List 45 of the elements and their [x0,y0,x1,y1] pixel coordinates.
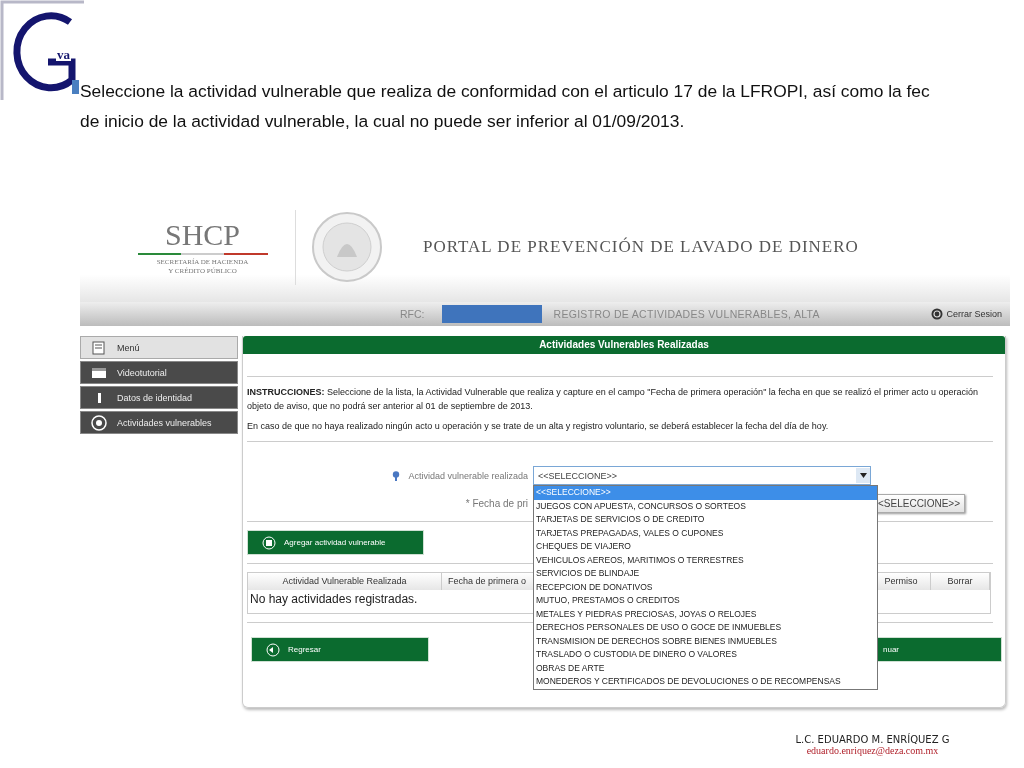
dropdown-option[interactable]: MUTUO, PRESTAMOS O CREDITOS [534,594,877,608]
agency-logo-text: SHCP [164,218,240,251]
instructions-text: En caso de que no haya realizado ningún acto u operación y se trate de un alta y registro voluntario, se deberá establecer la fecha del día de hoy. [247,420,830,433]
dropdown-option[interactable]: TRANSMISION DE DERECHOS SOBRE BIENES INMUEBLES [534,634,877,648]
field-label: * Fecha de pri [465,498,528,509]
add-activity-button[interactable]: Agregar actividad vulnerable [247,530,424,555]
sidebar-item[interactable]: Menú [80,336,238,359]
field-label: Actividad vulnerable realizada [408,470,528,481]
activity-select[interactable]: <<SELECCIONE>> [533,466,871,485]
dropdown-option[interactable]: TRASLADO O CUSTODIA DE DINERO O VALORES [534,648,877,662]
continue-button[interactable]: nuar [876,637,1002,662]
column-header: Actividad Vulnerable Realizada [248,573,442,590]
sidebar-item[interactable]: Datos de identidad [80,386,238,409]
help-icon [392,470,401,481]
panel-title: Actividades Vulnerables Realizadas [243,336,1005,354]
dropdown-option[interactable]: VEHICULOS AEREOS, MARITIMOS O TERRESTRES [534,553,877,567]
dropdown-option[interactable]: METALES Y PIEDRAS PRECIOSAS, JOYAS O RELOJES [534,607,877,621]
window-icon [91,366,107,379]
instructions-text: INSTRUCCIONES: Seleccione de la lista, la Actividad Vulnerable que realiza y capture en el campo "Fecha de primera operación" la fecha en que se realizó el primer acto u operación objeto de aviso, que no podrá ser anterior al 01 de septiembre de 2013. [247,386,979,413]
logout-link[interactable]: Cerrar Sesion [931,308,1002,320]
add-icon [262,535,276,550]
dropdown-option[interactable]: OBRAS DE ARTE [534,661,877,675]
author-email: eduardo.enriquez@deza.com.mx [806,745,939,756]
dropdown-option[interactable]: TARJETAS PREPAGADAS, VALES O CUPONES [534,526,877,540]
back-button[interactable]: Regresar [251,637,429,662]
heading-text: de inicio de la actividad vulnerable, la cual no puede ser inferior al 01/09/2013. [80,110,686,133]
heading-text: Seleccione la actividad vulnerable que realiza de conformidad con el articulo 17 de la LFROPI, así como la fec [80,80,931,103]
column-header: Fecha de primera o [442,573,535,590]
seal-icon [311,211,383,283]
dropdown-option[interactable]: MONEDEROS Y CERTIFICADOS DE DEVOLUCIONES O DE RECOMPENSAS [534,675,877,689]
document-icon [91,340,107,355]
dropdown-option[interactable]: CHEQUES DE VIAJERO [534,540,877,554]
badge-icon [91,414,107,431]
empty-message: No hay actividades registradas. [249,591,418,608]
section-title: REGISTRO DE ACTIVIDADES VULNERABLES, ALTA [553,308,820,320]
author-name: L.C. EDUARDO M. ENRÍQUEZ G [795,734,950,745]
sidebar-item[interactable]: Videotutorial [80,361,238,384]
column-header: Borrar [931,573,990,590]
caret-icon [859,473,867,478]
portal-title: PORTAL DE PREVENCIÓN DE LAVADO DE DINERO [423,237,859,257]
dropdown-option[interactable]: TARJETAS DE SERVICIOS O DE CREDITO [534,513,877,527]
rfc-label: RFC: [400,308,425,320]
sidebar-item[interactable]: Actividades vulnerables [80,411,238,434]
dropdown-option[interactable]: DERECHOS PERSONALES DE USO O GOCE DE INMUEBLES [534,621,877,635]
power-icon [931,308,944,320]
